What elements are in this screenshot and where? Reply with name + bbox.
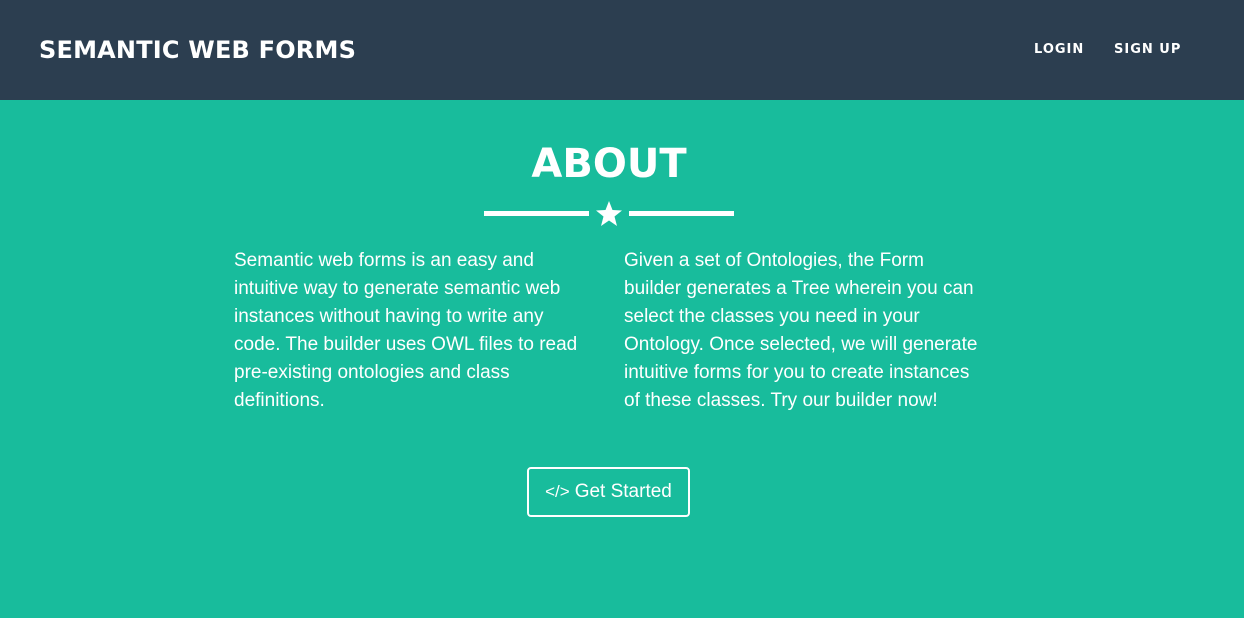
divider-line-left [484,211,589,216]
get-started-label: Get Started [574,481,672,502]
divider-line-right [629,211,734,216]
get-started-button[interactable]: </> Get Started [527,467,690,517]
brand-link[interactable]: SEMANTIC WEB FORMS [39,34,356,66]
star-divider [484,200,734,228]
nav-login-link[interactable]: LOGIN [1034,41,1084,59]
about-text-right: Given a set of Ontologies, the Form buil… [624,250,978,411]
code-icon: </> [545,482,570,501]
section-title: ABOUT [531,141,687,187]
about-section: ABOUT Semantic web forms is an easy and … [0,100,1244,618]
about-text-left: Semantic web forms is an easy and intuit… [234,250,578,411]
navbar: SEMANTIC WEB FORMS LOGIN SIGN UP [0,0,1244,100]
nav-signup-link[interactable]: SIGN UP [1114,41,1181,59]
star-icon [596,201,622,226]
